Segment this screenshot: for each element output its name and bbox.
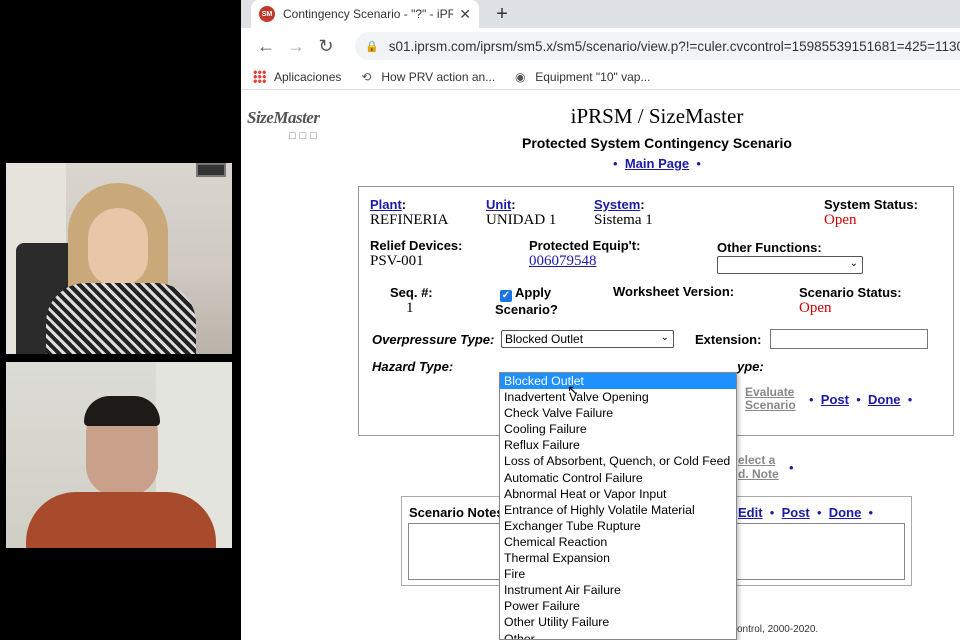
notes-done-link[interactable]: Done (829, 505, 862, 520)
dropdown-option[interactable]: Check Valve Failure (500, 405, 736, 421)
lock-icon: 🔒 (365, 40, 379, 53)
dropdown-option[interactable]: Loss of Absorbent, Quench, or Cold Feed (500, 453, 736, 469)
forward-arrow-icon[interactable]: → (281, 36, 311, 57)
browser-tab[interactable]: SM Contingency Scenario - "?" - iPRS ✕ (251, 0, 479, 28)
select-std-note-link[interactable]: elect a d. Note (738, 453, 779, 481)
back-arrow-icon[interactable]: ← (251, 36, 281, 57)
protected-equip-label: Protected Equip't: (529, 238, 641, 253)
hazard-type-label: Hazard Type: (372, 359, 454, 374)
dropdown-option[interactable]: Other (500, 631, 736, 640)
done-link[interactable]: Done (868, 392, 901, 407)
browser-window: SM Contingency Scenario - "?" - iPRS ✕ +… (241, 0, 960, 640)
relief-devices-value: PSV-001 (370, 253, 424, 269)
link-icon: ⟲ (361, 69, 372, 84)
extension-input[interactable] (770, 329, 928, 349)
apply-label: Apply (515, 285, 552, 300)
bookmark-label: Equipment "10" vap... (535, 69, 651, 84)
globe-icon: ◉ (514, 69, 526, 84)
dropdown-option[interactable]: Cooling Failure (500, 421, 736, 437)
new-tab-button[interactable]: + (491, 3, 513, 26)
page-subtitle: Protected System Contingency Scenario (522, 135, 792, 151)
sizemaster-favicon-icon: SM (259, 6, 275, 22)
system-status-value: Open (824, 212, 857, 228)
other-functions-select[interactable]: ⌄ (717, 256, 863, 274)
overpressure-type-dropdown-list[interactable]: Blocked Outlet Inadvertent Valve Opening C… (499, 372, 737, 640)
bookmark-prv[interactable]: ⟲ How PRV action an... (359, 70, 495, 84)
overpressure-type-select[interactable]: Blocked Outlet ⌄ (501, 330, 674, 348)
bookmark-label: How PRV action an... (381, 69, 496, 84)
bookmarks-bar: Aplicaciones ⟲ How PRV action an... ◉ Eq… (241, 64, 960, 90)
evaluate-scenario-link[interactable]: Evaluate Scenario (745, 385, 796, 412)
scenario-status-value: Open (799, 300, 832, 316)
main-page-link[interactable]: Main Page (625, 156, 689, 171)
notes-edit-link[interactable]: Edit (738, 505, 763, 520)
dropdown-option[interactable]: Thermal Expansion (500, 550, 736, 566)
tab-bar: SM Contingency Scenario - "?" - iPRS ✕ + (241, 0, 960, 28)
extension-label: Extension: (695, 332, 762, 347)
address-bar[interactable]: 🔒 s01.iprsm.com/iprsm/sm5.x/sm5/scenario… (355, 32, 960, 60)
bookmark-label: Aplicaciones (274, 69, 342, 84)
dropdown-option[interactable]: Other Utility Failure (500, 614, 736, 630)
unit-link[interactable]: Unit (486, 197, 511, 212)
overpressure-type-label: Overpressure Type: (372, 332, 495, 347)
plant-link[interactable]: Plant (370, 197, 402, 212)
browser-toolbar: ← → ↻ 🔒 s01.iprsm.com/iprsm/sm5.x/sm5/sc… (241, 28, 960, 64)
scenario-notes-title: Scenario Notes (409, 505, 504, 520)
chevron-down-icon: ⌄ (849, 258, 858, 269)
participant-video-2 (6, 362, 232, 548)
system-link[interactable]: System (594, 197, 640, 212)
participant-video-1 (6, 163, 232, 354)
apply-scenario-checkbox[interactable]: ✓ (500, 290, 512, 302)
url-text: s01.iprsm.com/iprsm/sm5.x/sm5/scenario/v… (388, 38, 960, 54)
dropdown-option[interactable]: Power Failure (500, 598, 736, 614)
plant-value: REFINERIA (370, 212, 449, 228)
dropdown-option[interactable]: Exchanger Tube Rupture (500, 518, 736, 534)
system-status-label: System Status: (824, 197, 918, 212)
system-value: Sistema 1 (594, 212, 653, 228)
dropdown-option[interactable]: Fire (500, 566, 736, 582)
main-nav: • Main Page • (613, 156, 701, 171)
dropdown-option[interactable]: Blocked Outlet (500, 373, 736, 390)
seq-label: Seq. #: (390, 285, 433, 300)
dropdown-option[interactable]: Chemical Reaction (500, 534, 736, 550)
dropdown-option[interactable]: Reflux Failure (500, 437, 736, 453)
chevron-down-icon: ⌄ (660, 332, 669, 343)
mouse-cursor-icon: ↖ (567, 382, 579, 398)
protected-equip-link[interactable]: 006079548 (529, 253, 597, 269)
seq-value: 1 (406, 300, 414, 316)
unit-value: UNIDAD 1 (486, 212, 557, 228)
dropdown-option[interactable]: Inadvertent Valve Opening (500, 389, 736, 405)
dropdown-option[interactable]: Instrument Air Failure (500, 582, 736, 598)
scenario-status-label: Scenario Status: (799, 285, 902, 300)
close-tab-icon[interactable]: ✕ (459, 6, 471, 23)
other-functions-label: Other Functions: (717, 240, 822, 255)
apply-label-2: Scenario? (495, 302, 558, 317)
bookmark-apps[interactable]: Aplicaciones (253, 70, 341, 84)
dropdown-option[interactable]: Automatic Control Failure (500, 470, 736, 486)
dropdown-option[interactable]: Abnormal Heat or Vapor Input (500, 486, 736, 502)
bookmark-equipment[interactable]: ◉ Equipment "10" vap... (513, 69, 651, 84)
hazard-type-label-right: ype: (737, 359, 764, 374)
tab-title: Contingency Scenario - "?" - iPRS (283, 7, 454, 21)
worksheet-version-label: Worksheet Version: (613, 284, 735, 299)
app-title: iPRSM / SizeMaster (570, 104, 744, 128)
copyright-text: ontrol, 2000-2020. (737, 624, 819, 635)
dropdown-option[interactable]: Entrance of Highly Volatile Material (500, 502, 736, 518)
relief-devices-label: Relief Devices: (370, 238, 463, 253)
page-content: SizeMaster □□□ iPRSM / SizeMaster Protec… (241, 90, 960, 640)
reload-icon[interactable]: ↻ (311, 36, 341, 57)
notes-post-link[interactable]: Post (782, 505, 810, 520)
post-link[interactable]: Post (821, 392, 849, 407)
apps-grid-icon (253, 70, 266, 83)
